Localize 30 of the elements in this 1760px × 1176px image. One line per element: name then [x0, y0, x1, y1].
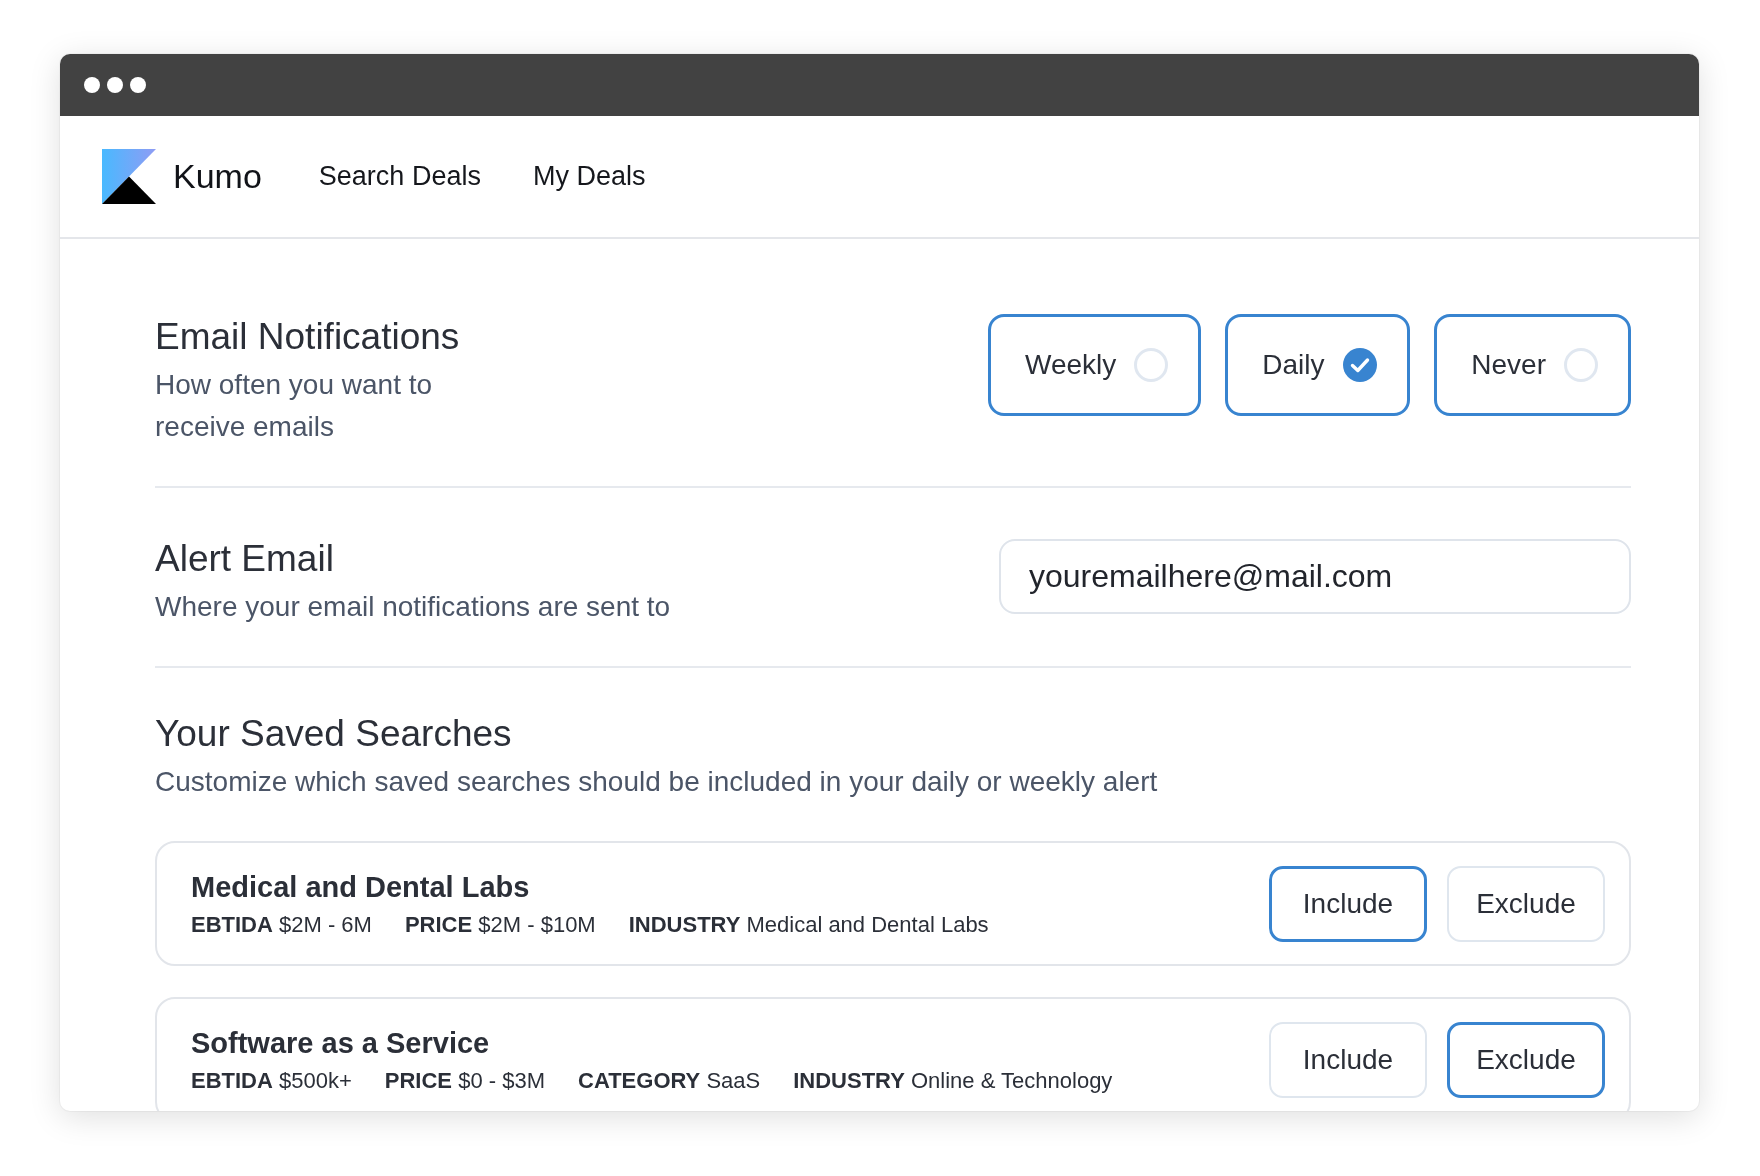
window-dot-icon[interactable]	[107, 77, 123, 93]
section-title: Email Notifications	[155, 315, 461, 359]
search-filter: EBTIDA $2M - 6M	[191, 910, 372, 939]
section-title: Your Saved Searches	[155, 712, 513, 756]
search-filter: INDUSTRY Online & Technology	[793, 1066, 1113, 1095]
search-filter: CATEGORY SaaS	[578, 1066, 761, 1095]
email-input[interactable]: youremailhere@mail.com	[999, 539, 1631, 614]
logo-icon	[102, 149, 156, 204]
window-dot-icon[interactable]	[84, 77, 100, 93]
exclude-button[interactable]: Exclude	[1447, 865, 1605, 942]
section-description: How often you want to receive emails	[155, 368, 434, 444]
section-title: Alert Email	[155, 537, 335, 581]
search-name: Software as a Service	[191, 1025, 491, 1061]
frequency-option[interactable]: Weekly	[988, 314, 1202, 416]
frequency-option[interactable]: Never	[1434, 314, 1631, 416]
search-filter: PRICE $2M - $10M	[404, 910, 596, 939]
nav-link[interactable]: Search Deals	[318, 161, 481, 192]
brand-name: Kumo	[173, 157, 262, 196]
search-filter: INDUSTRY Medical and Dental Labs	[628, 910, 989, 939]
exclude-button[interactable]: Exclude	[1447, 1021, 1605, 1098]
search-name: Medical and Dental Labs	[191, 869, 531, 905]
include-button[interactable]: Include	[1269, 1021, 1427, 1098]
window-dot-icon[interactable]	[130, 77, 146, 93]
nav-link[interactable]: My Deals	[532, 161, 646, 192]
section-description: Customize which saved searches should be included in your daily or weekly alert	[155, 765, 1159, 799]
frequency-option[interactable]: Daily	[1225, 314, 1411, 416]
search-filter: EBTIDA $500k+	[191, 1066, 352, 1095]
search-filter: PRICE $0 - $3M	[384, 1066, 545, 1095]
section-description: Where your email notifications are sent to	[155, 590, 671, 624]
include-button[interactable]: Include	[1269, 865, 1427, 942]
